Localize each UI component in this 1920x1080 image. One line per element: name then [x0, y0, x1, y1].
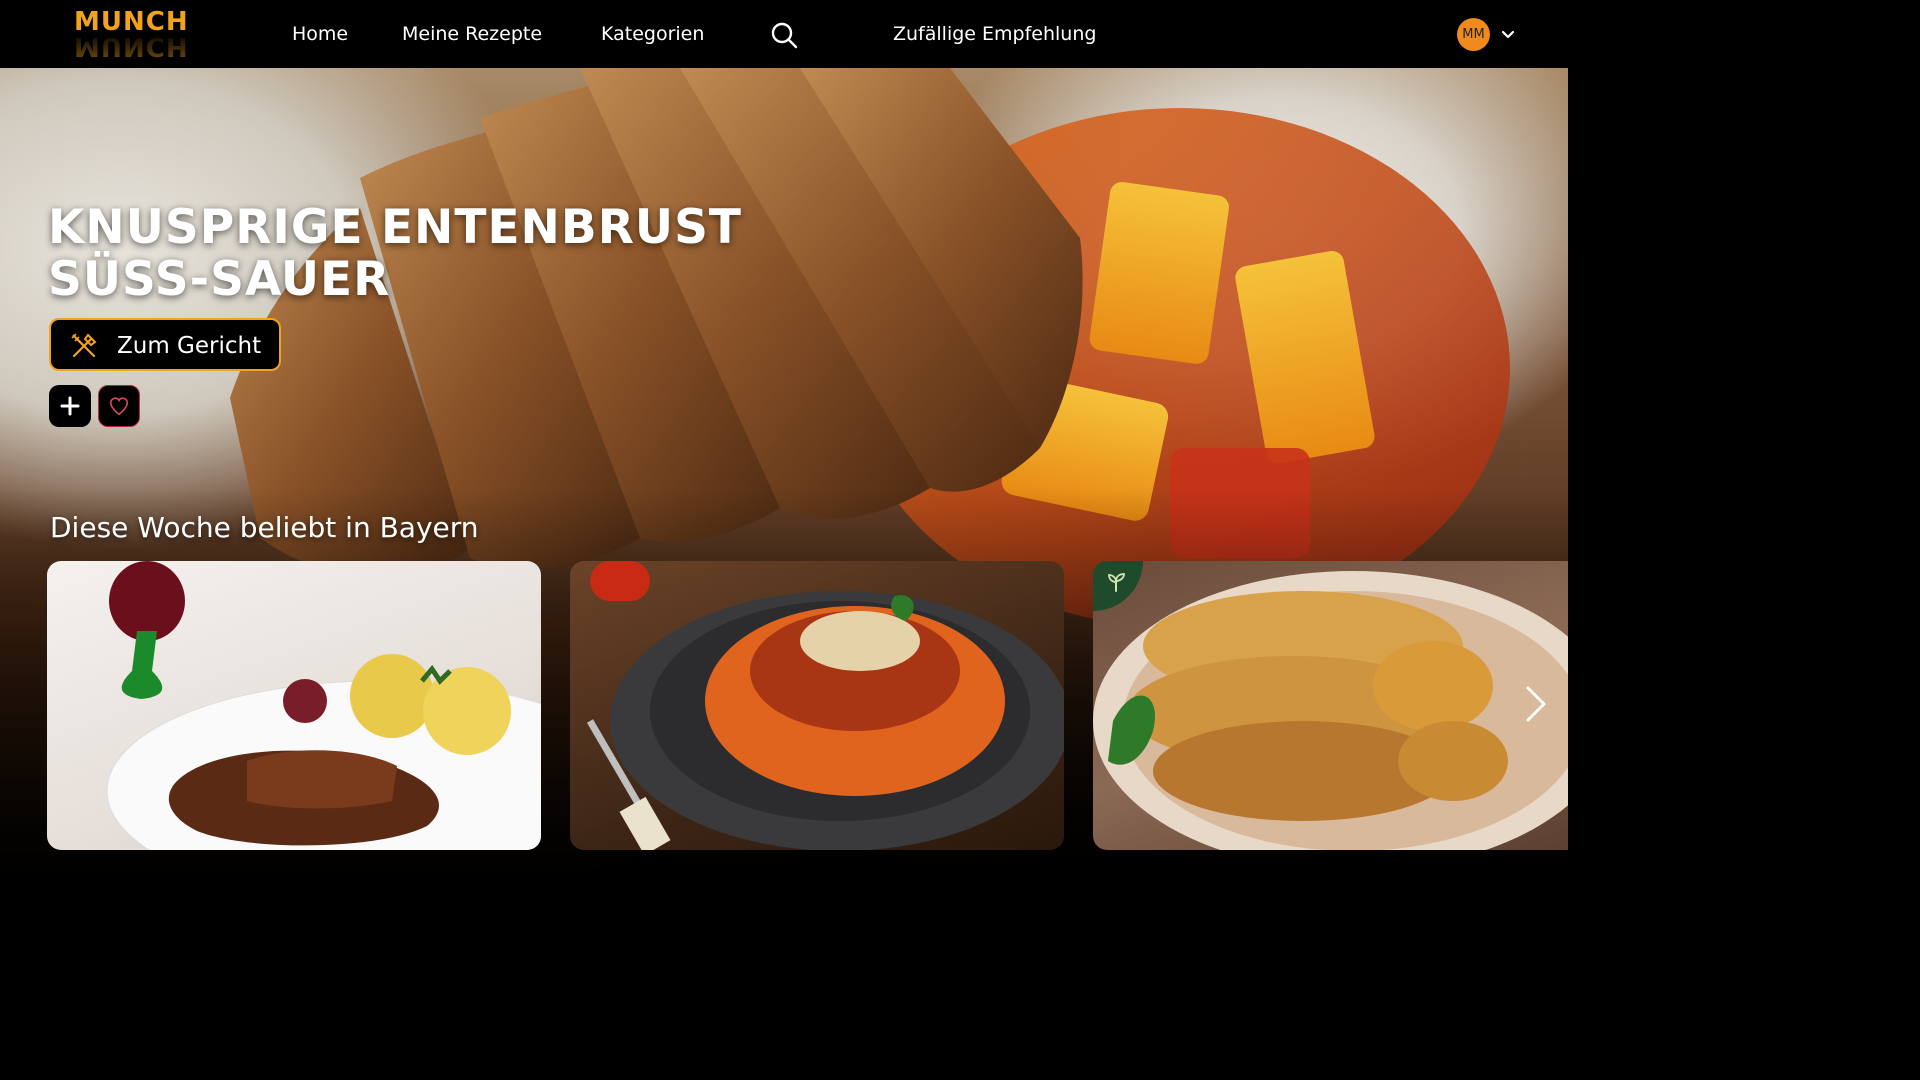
logo-reflection: MUNCH [74, 31, 189, 61]
to-dish-button[interactable]: Zum Gericht [49, 318, 281, 371]
recipe-card[interactable] [47, 561, 541, 850]
plus-icon [60, 396, 80, 416]
recipe-image [586, 561, 1064, 850]
nav-random-recommendation[interactable]: Zufällige Empfehlung [893, 22, 1096, 46]
search-icon[interactable] [770, 21, 798, 49]
recipe-card[interactable] [570, 561, 1064, 850]
heart-icon [109, 397, 129, 416]
recipe-image [1093, 571, 1568, 850]
sprout-icon [1108, 573, 1125, 592]
user-avatar[interactable]: MM [1457, 18, 1490, 51]
chevron-right-icon[interactable] [1520, 684, 1550, 724]
hero-title: KNUSPRIGE ENTENBRUST SÜSS-SAUER [48, 202, 808, 306]
favorite-button[interactable] [98, 385, 140, 427]
chevron-down-icon[interactable] [1499, 26, 1517, 44]
top-navbar: MUNCH MUNCH Home Meine Rezepte Kategorie… [0, 0, 1568, 68]
section-title: Diese Woche beliebt in Bayern [50, 511, 479, 544]
nav-my-recipes[interactable]: Meine Rezepte [402, 22, 542, 46]
add-to-list-button[interactable] [49, 385, 91, 427]
to-dish-label: Zum Gericht [117, 333, 262, 359]
nav-home[interactable]: Home [292, 22, 348, 46]
nav-categories[interactable]: Kategorien [601, 22, 704, 46]
recipe-card[interactable] [1093, 561, 1568, 850]
cutlery-icon [69, 331, 99, 361]
hero-title-line-1: KNUSPRIGE ENTENBRUST [48, 200, 742, 255]
brand-logo[interactable]: MUNCH MUNCH [74, 8, 190, 61]
recipe-image [106, 561, 541, 850]
hero-title-line-2: SÜSS-SAUER [48, 252, 391, 307]
